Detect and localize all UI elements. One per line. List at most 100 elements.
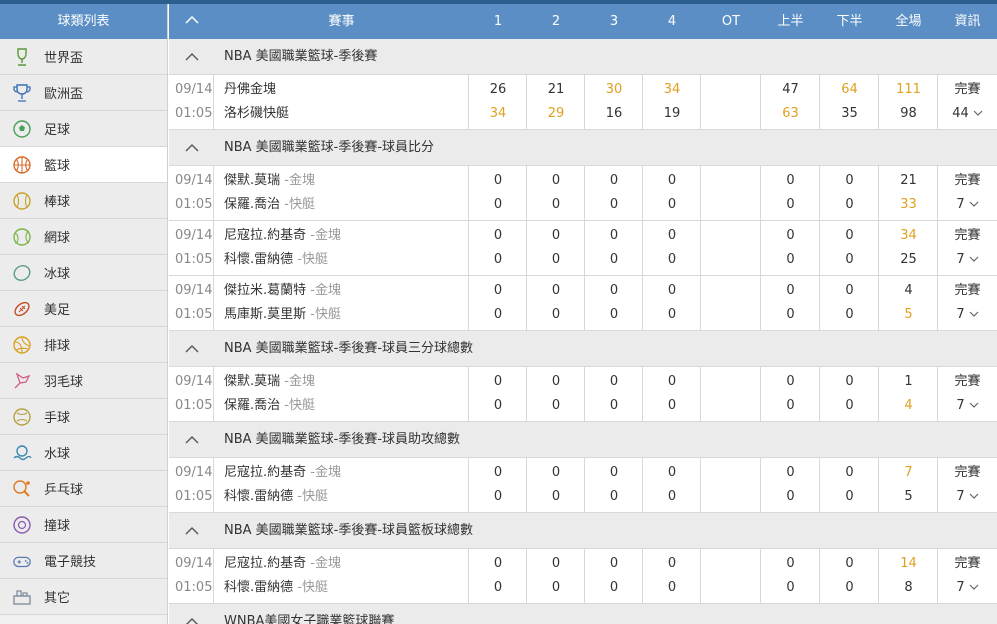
info-dropdown[interactable]: 7 bbox=[938, 485, 997, 509]
info-count: 7 bbox=[956, 307, 965, 322]
sidebar-item[interactable]: 撞球 bbox=[0, 507, 167, 543]
esports-icon bbox=[12, 551, 32, 571]
sidebar-item-label: 乒乓球 bbox=[44, 483, 84, 498]
first-half-score: 47 bbox=[782, 82, 799, 97]
sidebar-item[interactable]: 羽毛球 bbox=[0, 363, 167, 399]
quarter-score: 0 bbox=[609, 580, 619, 595]
first-half-score: 0 bbox=[786, 580, 795, 595]
league-section-header[interactable]: NBA 美國職業籃球-季後賽-球員助攻總數 bbox=[169, 422, 997, 458]
ot-score bbox=[701, 224, 761, 248]
sidebar-item-label: 其它 bbox=[44, 591, 71, 606]
second-half-score: 0 bbox=[845, 283, 854, 298]
match-row: 09/14 01:05 傑默.莫瑞 -金塊 0 0 0 0 0 0 21 保羅.喬治 -快艇 0 0 0 0… bbox=[169, 166, 997, 221]
sidebar-item[interactable]: 乒乓球 bbox=[0, 471, 167, 507]
info-dropdown[interactable]: 7 bbox=[938, 303, 997, 327]
chevron-up-icon[interactable] bbox=[181, 39, 203, 75]
handball-icon bbox=[12, 407, 32, 427]
ot-score bbox=[701, 193, 761, 217]
team-name: 丹佛金塊 bbox=[224, 82, 277, 97]
quarter-score: 0 bbox=[551, 173, 561, 188]
first-half-score: 0 bbox=[786, 465, 795, 480]
second-half-score: 35 bbox=[841, 106, 858, 121]
sidebar-item[interactable]: 歐洲盃 bbox=[0, 75, 167, 111]
quarter-score: 0 bbox=[667, 252, 677, 267]
away-team: 科懷.雷納德 -快艇 bbox=[224, 485, 464, 509]
sidebar-item-label: 美足 bbox=[44, 303, 71, 318]
sidebar-item[interactable]: 籃球 bbox=[0, 147, 167, 183]
quarter-score: 34 bbox=[489, 106, 507, 121]
sidebar-item[interactable]: 電子競技 bbox=[0, 543, 167, 579]
info-dropdown[interactable]: 7 bbox=[938, 394, 997, 418]
quarter-score: 30 bbox=[605, 82, 623, 97]
sidebar-item[interactable]: 其它 bbox=[0, 579, 167, 615]
league-section-header[interactable]: NBA 美國職業籃球-季後賽-球員比分 bbox=[169, 130, 997, 166]
chevron-up-icon[interactable] bbox=[181, 604, 203, 624]
quarter-score: 0 bbox=[493, 374, 503, 389]
league-title: NBA 美國職業籃球-季後賽-球員三分球總數 bbox=[224, 341, 474, 356]
sidebar-item-label: 籃球 bbox=[44, 159, 71, 174]
league-section-header[interactable]: WNBA美國女子職業籃球聯賽 bbox=[169, 604, 997, 624]
ot-score bbox=[701, 78, 761, 102]
quarter-score: 0 bbox=[609, 252, 619, 267]
collapse-all-icon[interactable] bbox=[169, 4, 214, 39]
chevron-up-icon[interactable] bbox=[181, 513, 203, 549]
chevron-up-icon[interactable] bbox=[181, 130, 203, 166]
sidebar-item[interactable]: 網球 bbox=[0, 219, 167, 255]
second-half-score: 0 bbox=[845, 173, 854, 188]
league-title: NBA 美國職業籃球-季後賽-球員比分 bbox=[224, 140, 435, 155]
quarter-score: 0 bbox=[667, 283, 677, 298]
team-affiliation: -快艇 bbox=[306, 307, 341, 322]
info-dropdown[interactable]: 44 bbox=[938, 102, 997, 126]
league-section-header[interactable]: NBA 美國職業籃球-季後賽-球員三分球總數 bbox=[169, 331, 997, 367]
team-affiliation: -金塊 bbox=[306, 465, 341, 480]
header-second-half: 下半 bbox=[836, 14, 863, 29]
match-status: 完賽 bbox=[954, 82, 981, 97]
quarter-score: 0 bbox=[609, 228, 619, 243]
full-score: 34 bbox=[900, 228, 917, 243]
team-name: 保羅.喬治 bbox=[224, 197, 281, 212]
info-dropdown[interactable]: 7 bbox=[938, 248, 997, 272]
match-status: 完賽 bbox=[954, 173, 981, 188]
tennis-icon bbox=[12, 227, 32, 247]
euro-cup-icon bbox=[12, 83, 32, 103]
league-section-header[interactable]: NBA 美國職業籃球-季後賽 bbox=[169, 39, 997, 75]
team-affiliation: -快艇 bbox=[280, 197, 315, 212]
info-count: 44 bbox=[952, 106, 969, 121]
ot-score bbox=[701, 394, 761, 418]
chevron-up-icon[interactable] bbox=[181, 422, 203, 458]
quarter-score: 0 bbox=[551, 580, 561, 595]
quarter-score: 16 bbox=[605, 106, 623, 121]
full-score: 111 bbox=[896, 82, 921, 97]
table-tennis-icon bbox=[12, 479, 32, 499]
home-team: 傑默.莫瑞 -金塊 bbox=[224, 169, 464, 193]
league-section-header[interactable]: NBA 美國職業籃球-季後賽-球員籃板球總數 bbox=[169, 513, 997, 549]
quarter-score: 0 bbox=[551, 556, 561, 571]
chevron-up-icon[interactable] bbox=[181, 331, 203, 367]
sidebar-item[interactable]: 棒球 bbox=[0, 183, 167, 219]
quarter-score: 0 bbox=[551, 398, 561, 413]
team-affiliation: -快艇 bbox=[280, 398, 315, 413]
info-dropdown-inner: 7 bbox=[956, 248, 979, 272]
second-half-score: 0 bbox=[845, 374, 854, 389]
info-dropdown[interactable]: 7 bbox=[938, 193, 997, 217]
sidebar-item[interactable]: 世界盃 bbox=[0, 39, 167, 75]
full-score: 5 bbox=[904, 307, 913, 322]
sidebar-item[interactable]: 美足 bbox=[0, 291, 167, 327]
sidebar-item[interactable]: 水球 bbox=[0, 435, 167, 471]
team-name: 尼寇拉.約基奇 bbox=[224, 556, 307, 571]
sidebar-item[interactable]: 足球 bbox=[0, 111, 167, 147]
info-dropdown[interactable]: 7 bbox=[938, 576, 997, 600]
first-half-score: 0 bbox=[786, 307, 795, 322]
sidebar-item[interactable]: 冰球 bbox=[0, 255, 167, 291]
second-half-score: 0 bbox=[845, 489, 854, 504]
team-name: 馬庫斯.莫里斯 bbox=[224, 307, 307, 322]
header-q4: 4 bbox=[667, 14, 677, 29]
sidebar-item[interactable]: 排球 bbox=[0, 327, 167, 363]
sidebar-item[interactable]: 手球 bbox=[0, 399, 167, 435]
info-dropdown-inner: 7 bbox=[956, 394, 979, 418]
quarter-score: 0 bbox=[609, 307, 619, 322]
second-half-score: 0 bbox=[845, 465, 854, 480]
match-row: 09/14 01:05 尼寇拉.約基奇 -金塊 0 0 0 0 0 0 7 科懷.雷納德 -快艇 0 0… bbox=[169, 458, 997, 513]
full-score: 1 bbox=[904, 374, 913, 389]
ot-score bbox=[701, 461, 761, 485]
